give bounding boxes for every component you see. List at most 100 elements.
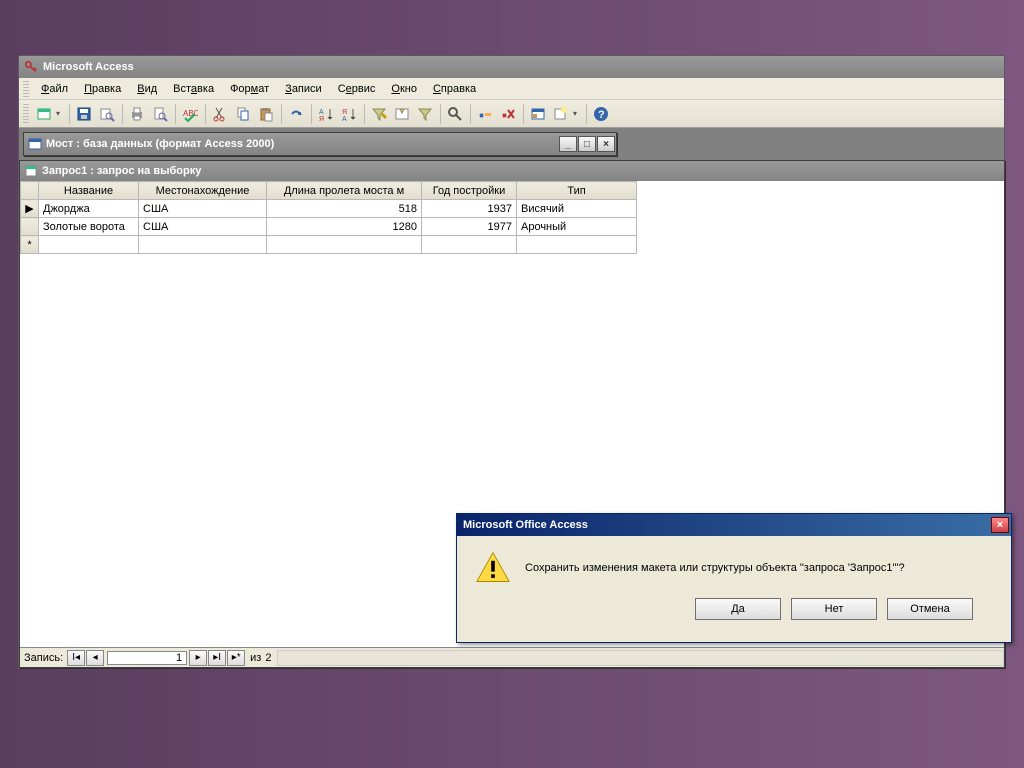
cell[interactable] [39, 236, 139, 254]
svg-text:Я: Я [342, 109, 347, 116]
record-label: Запись: [24, 652, 63, 664]
find-button[interactable] [444, 103, 466, 125]
cell[interactable]: Арочный [517, 218, 637, 236]
menu-window[interactable]: Окно [383, 81, 425, 97]
menu-tools[interactable]: Сервис [330, 81, 384, 97]
dialog-close-button[interactable]: × [991, 517, 1009, 533]
print-button[interactable] [126, 103, 148, 125]
app-title: Microsoft Access [43, 61, 134, 73]
menubar-grip[interactable] [23, 81, 29, 97]
sort-asc-button[interactable]: АЯ [315, 103, 337, 125]
cell[interactable] [517, 236, 637, 254]
db-minimize-button[interactable]: _ [559, 136, 577, 152]
cell[interactable]: 518 [267, 200, 422, 218]
view-button[interactable] [33, 103, 55, 125]
db-window-title: Мост : база данных (формат Access 2000) [46, 138, 274, 150]
row-selector[interactable] [21, 218, 39, 236]
copy-button[interactable] [232, 103, 254, 125]
cell[interactable]: 1280 [267, 218, 422, 236]
paste-button[interactable] [255, 103, 277, 125]
cell[interactable]: Джорджа [39, 200, 139, 218]
nav-new-button[interactable]: ▸* [227, 650, 245, 666]
table-row[interactable]: ▶ Джорджа США 518 1937 Висячий [21, 200, 637, 218]
svg-text:Я: Я [319, 116, 324, 122]
filter-form-button[interactable] [391, 103, 413, 125]
menu-view[interactable]: Вид [129, 81, 165, 97]
record-number-input[interactable] [107, 651, 187, 665]
access-key-icon [23, 59, 39, 75]
save-button[interactable] [73, 103, 95, 125]
toolbar-grip[interactable] [23, 104, 29, 124]
cell[interactable]: Золотые ворота [39, 218, 139, 236]
cell[interactable]: Висячий [517, 200, 637, 218]
db-close-button[interactable]: × [597, 136, 615, 152]
dialog-yes-button[interactable]: Да [695, 598, 781, 620]
header-row: Название Местонахождение Длина пролета м… [21, 182, 637, 200]
svg-text:ABC: ABC [183, 109, 198, 118]
cell[interactable] [139, 236, 267, 254]
col-span[interactable]: Длина пролета моста м [267, 182, 422, 200]
app-titlebar[interactable]: Microsoft Access [19, 56, 1004, 78]
record-total: 2 [265, 652, 271, 664]
undo-button[interactable] [285, 103, 307, 125]
query-title: Запрос1 : запрос на выборку [42, 165, 201, 177]
nav-first-button[interactable]: I◂ [67, 650, 85, 666]
delete-record-button[interactable] [497, 103, 519, 125]
record-of-label: из [250, 652, 261, 664]
spellcheck-button[interactable]: ABC [179, 103, 201, 125]
table-row[interactable]: Золотые ворота США 1280 1977 Арочный [21, 218, 637, 236]
query-window-icon [24, 164, 38, 178]
dialog-titlebar[interactable]: Microsoft Office Access × [457, 514, 1011, 536]
cell[interactable] [267, 236, 422, 254]
print-preview-button[interactable] [149, 103, 171, 125]
db-window-icon [28, 137, 42, 151]
cell[interactable]: США [139, 200, 267, 218]
save-dialog: Microsoft Office Access × Сохранить изме… [456, 513, 1012, 643]
new-record-button[interactable] [474, 103, 496, 125]
col-year[interactable]: Год постройки [422, 182, 517, 200]
help-button[interactable]: ? [590, 103, 612, 125]
row-selector-current[interactable]: ▶ [21, 200, 39, 218]
dialog-title: Microsoft Office Access [463, 519, 588, 531]
menu-format[interactable]: Формат [222, 81, 277, 97]
cell[interactable]: США [139, 218, 267, 236]
query-titlebar[interactable]: Запрос1 : запрос на выборку [20, 161, 1004, 181]
col-location[interactable]: Местонахождение [139, 182, 267, 200]
new-object-button[interactable] [550, 103, 572, 125]
db-maximize-button[interactable]: □ [578, 136, 596, 152]
db-window-button[interactable] [527, 103, 549, 125]
nav-next-button[interactable]: ▸ [189, 650, 207, 666]
nav-last-button[interactable]: ▸I [208, 650, 226, 666]
menu-insert[interactable]: Вставка [165, 81, 222, 97]
cell[interactable] [422, 236, 517, 254]
menu-file[interactable]: Файл [33, 81, 76, 97]
record-navigator: Запись: I◂ ◂ ▸ ▸I ▸* из 2 [20, 647, 1004, 667]
horizontal-scrollbar[interactable] [277, 650, 1004, 666]
search-button[interactable] [96, 103, 118, 125]
dialog-no-button[interactable]: Нет [791, 598, 877, 620]
cut-button[interactable] [209, 103, 231, 125]
new-row[interactable]: * [21, 236, 637, 254]
row-selector-new[interactable]: * [21, 236, 39, 254]
filter-sel-button[interactable] [368, 103, 390, 125]
dialog-message: Сохранить изменения макета или структуры… [525, 562, 905, 574]
warning-icon [475, 550, 511, 586]
select-all-cell[interactable] [21, 182, 39, 200]
svg-text:А: А [342, 116, 347, 122]
col-type[interactable]: Тип [517, 182, 637, 200]
view-dropdown-icon[interactable]: ▾ [56, 109, 64, 118]
cell[interactable]: 1937 [422, 200, 517, 218]
sort-desc-button[interactable]: ЯА [338, 103, 360, 125]
toolbar: ▾ ABC АЯ ЯА ▾ ? [19, 100, 1004, 128]
menu-records[interactable]: Записи [277, 81, 330, 97]
new-object-dropdown-icon[interactable]: ▾ [573, 109, 581, 118]
menu-edit[interactable]: Правка [76, 81, 129, 97]
menubar: Файл Правка Вид Вставка Формат Записи Се… [19, 78, 1004, 100]
db-window-titlebar[interactable]: Мост : база данных (формат Access 2000) … [23, 132, 617, 156]
menu-help[interactable]: Справка [425, 81, 484, 97]
nav-prev-button[interactable]: ◂ [86, 650, 104, 666]
col-name[interactable]: Название [39, 182, 139, 200]
dialog-cancel-button[interactable]: Отмена [887, 598, 973, 620]
apply-filter-button[interactable] [414, 103, 436, 125]
cell[interactable]: 1977 [422, 218, 517, 236]
